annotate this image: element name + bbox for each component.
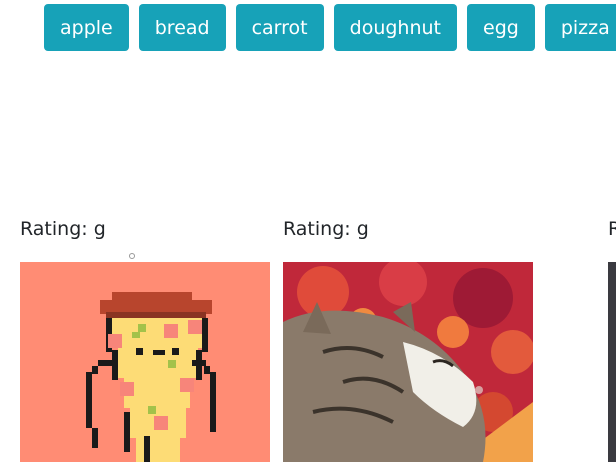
bread-button[interactable]: bread	[138, 4, 226, 51]
loading-dot	[129, 253, 135, 259]
pixel-pizza-image	[20, 262, 270, 462]
gif-card: Rating: g	[283, 216, 533, 462]
apple-button[interactable]: apple	[44, 4, 129, 51]
gif-card: R	[608, 216, 616, 462]
pizza-button[interactable]: pizza	[544, 4, 616, 51]
rating-label: R	[608, 218, 616, 240]
pizza-slice-gif[interactable]	[20, 262, 270, 462]
tag-button-row: apple bread carrot doughnut egg pizza	[44, 4, 616, 51]
cat-pizza-gif[interactable]	[283, 262, 533, 462]
egg-button[interactable]: egg	[467, 4, 535, 51]
doughnut-button[interactable]: doughnut	[333, 4, 458, 51]
rating-label: Rating: g	[20, 218, 106, 240]
rating-label: Rating: g	[283, 218, 369, 240]
gif-card: Rating: g	[20, 216, 270, 462]
partial-image	[608, 262, 616, 462]
carrot-button[interactable]: carrot	[235, 4, 324, 51]
cat-on-pizza-image	[283, 262, 533, 462]
partial-gif[interactable]	[608, 262, 616, 462]
